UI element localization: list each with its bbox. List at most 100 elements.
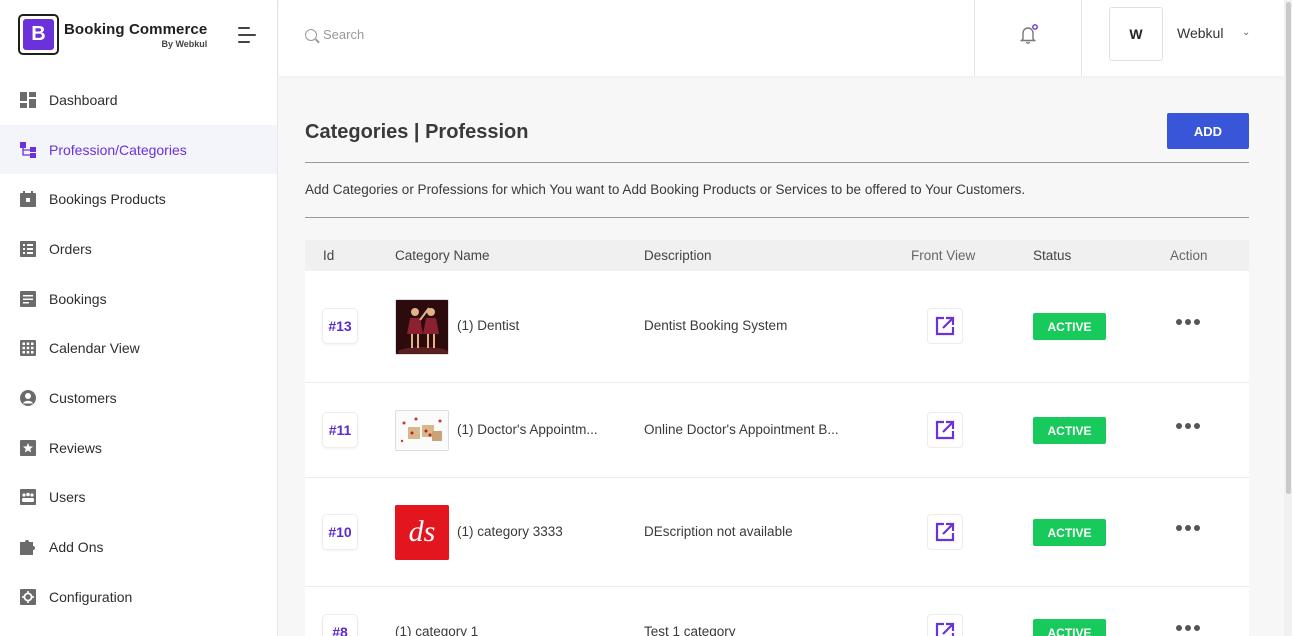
users-icon (20, 489, 36, 506)
id-badge: #10 (322, 514, 358, 550)
divider (305, 162, 1249, 163)
avatar[interactable]: W (1109, 7, 1163, 61)
svg-text:ds: ds (409, 515, 436, 548)
table-header: Id Category Name Description Front View … (305, 240, 1249, 271)
external-link-icon (935, 622, 955, 636)
table-row[interactable]: #8 (1) category 1 Test 1 category ACTIVE (305, 587, 1249, 636)
status-badge: ACTIVE (1033, 313, 1106, 340)
external-link-icon (935, 316, 955, 336)
list-icon (20, 240, 36, 257)
category-name: (1) category 3333 (457, 524, 563, 539)
dancers-image-icon (396, 300, 448, 354)
chevron-down-icon[interactable]: ⌄ (1242, 27, 1250, 38)
sidebar-item-label: Configuration (49, 588, 133, 605)
column-header-status: Status (1033, 248, 1072, 263)
category-description: DEscription not available (644, 524, 793, 539)
sidebar-item-label: Users (49, 489, 86, 506)
brand[interactable]: B Booking Commerce By Webkul (18, 14, 207, 55)
search-input[interactable] (323, 27, 623, 42)
sidebar-item-label: Reviews (49, 439, 102, 456)
page-title: Categories | Profession (305, 121, 529, 143)
status-badge: ACTIVE (1033, 519, 1106, 546)
front-view-button[interactable] (927, 412, 963, 448)
document-icon (20, 290, 36, 307)
category-thumbnail (395, 410, 449, 451)
category-description: Test 1 category (644, 624, 736, 636)
page-scrollbar[interactable] (1284, 0, 1292, 636)
table-row[interactable]: #13 (1) Dentist Dentist Booking System A… (305, 271, 1249, 383)
header-divider (974, 0, 975, 76)
puzzle-icon (20, 540, 35, 556)
gear-icon (20, 588, 36, 605)
brand-text: Booking Commerce By Webkul (64, 21, 207, 49)
brand-logo-letter: B (23, 19, 54, 50)
category-name: (1) category 1 (395, 624, 479, 636)
sidebar-item-label: Bookings Products (49, 191, 166, 208)
status-badge: ACTIVE (1033, 619, 1106, 636)
sidebar: B Booking Commerce By Webkul Dashboard P… (0, 0, 278, 636)
front-view-button[interactable] (927, 514, 963, 550)
sidebar-item-bookings-products[interactable]: Bookings Products (0, 174, 277, 224)
category-name: (1) Dentist (457, 318, 520, 333)
app-root: B Booking Commerce By Webkul Dashboard P… (0, 0, 1292, 636)
calendar-product-icon (20, 191, 36, 208)
sidebar-item-reviews[interactable]: Reviews (0, 423, 277, 473)
id-badge: #8 (322, 614, 358, 636)
category-name: (1) Doctor's Appointm... (457, 422, 598, 437)
sidebar-item-label: Calendar View (49, 340, 140, 357)
page-description: Add Categories or Professions for which … (305, 182, 1026, 197)
sidebar-item-dashboard[interactable]: Dashboard (0, 75, 277, 125)
categories-icon (20, 141, 36, 158)
front-view-button[interactable] (927, 308, 963, 344)
table-row[interactable]: #10 ds (1) category 3333 DEscription not… (305, 478, 1249, 587)
dice-image-icon (396, 411, 448, 450)
sidebar-item-label: Profession/Categories (49, 141, 187, 158)
star-icon (20, 439, 36, 456)
front-view-button[interactable] (927, 614, 963, 636)
column-header-front-view: Front View (911, 248, 976, 263)
categories-table: Id Category Name Description Front View … (305, 240, 1249, 636)
add-button[interactable]: ADD (1167, 113, 1249, 149)
dashboard-icon (20, 91, 36, 108)
notification-bell-icon[interactable] (1019, 24, 1039, 46)
sidebar-item-add-ons[interactable]: Add Ons (0, 522, 277, 572)
sidebar-item-users[interactable]: Users (0, 473, 277, 523)
category-description: Dentist Booking System (644, 318, 788, 333)
more-actions-icon[interactable] (1176, 523, 1200, 533)
category-description: Online Doctor's Appointment B... (644, 422, 839, 437)
table-row[interactable]: #11 (1) Doctor's Appointm... Online Doct… (305, 383, 1249, 478)
column-header-action: Action (1170, 248, 1208, 263)
search-icon (305, 28, 317, 41)
sidebar-item-customers[interactable]: Customers (0, 373, 277, 423)
header-divider (1081, 0, 1082, 76)
sidebar-item-label: Customers (49, 389, 117, 406)
brand-name: Booking Commerce (64, 20, 208, 38)
category-thumbnail: ds (395, 505, 449, 560)
sidebar-item-label: Bookings (49, 290, 107, 307)
customer-icon (20, 389, 36, 406)
sidebar-item-calendar-view[interactable]: Calendar View (0, 323, 277, 373)
column-header-description: Description (644, 248, 712, 263)
more-actions-icon[interactable] (1176, 317, 1200, 327)
external-link-icon (935, 420, 955, 440)
sidebar-item-categories[interactable]: Profession/Categories (0, 124, 277, 175)
menu-toggle-icon[interactable] (238, 27, 256, 43)
more-actions-icon[interactable] (1176, 421, 1200, 431)
sidebar-nav: Dashboard Profession/Categories Bookings… (0, 75, 277, 622)
id-badge: #11 (322, 412, 358, 448)
scrollbar-thumb[interactable] (1286, 2, 1291, 494)
search-box[interactable] (305, 27, 623, 42)
grid-calendar-icon (20, 340, 36, 357)
sidebar-item-bookings[interactable]: Bookings (0, 274, 277, 324)
more-actions-icon[interactable] (1176, 623, 1200, 633)
sidebar-item-orders[interactable]: Orders (0, 224, 277, 274)
sidebar-item-label: Add Ons (49, 539, 104, 556)
column-header-id: Id (323, 248, 335, 263)
brand-sub: By Webkul (161, 38, 208, 49)
user-name[interactable]: Webkul (1177, 25, 1223, 41)
sidebar-item-label: Dashboard (49, 91, 118, 108)
brand-logo-icon: B (18, 14, 59, 55)
sidebar-item-configuration[interactable]: Configuration (0, 572, 277, 622)
category-thumbnail (395, 299, 449, 355)
divider (305, 217, 1249, 218)
